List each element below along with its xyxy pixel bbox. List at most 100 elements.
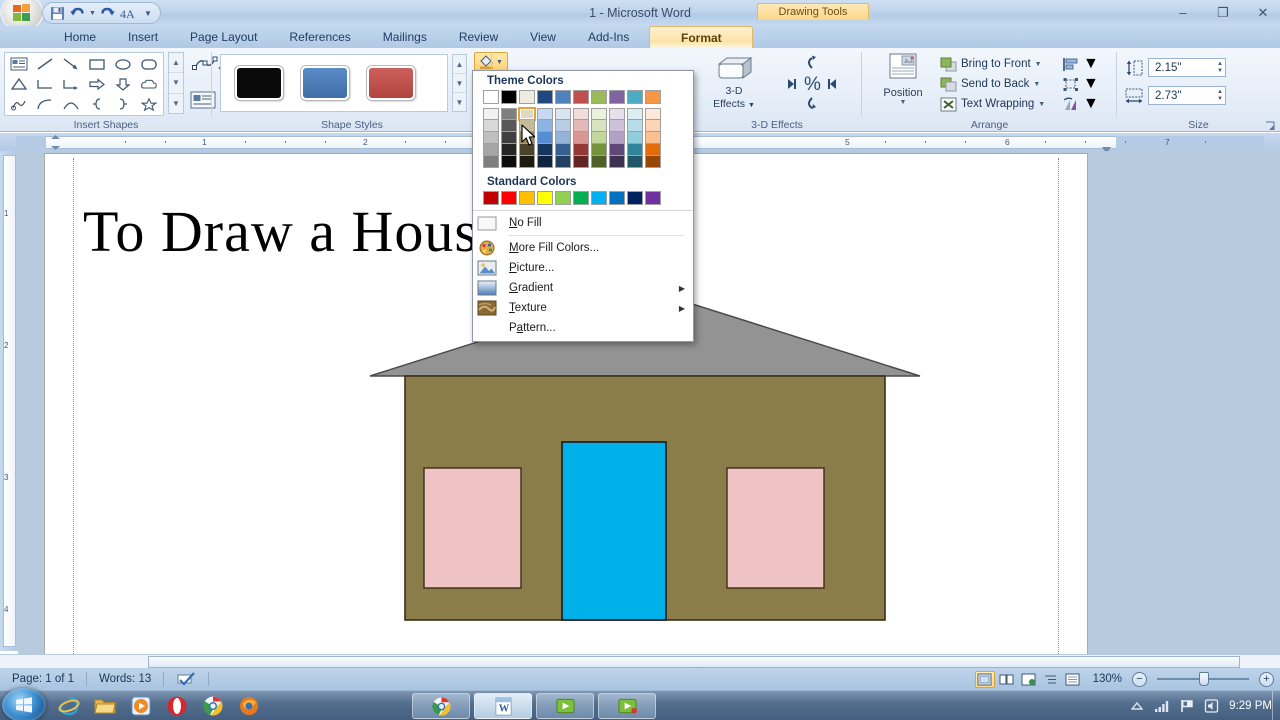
theme-variant-swatch-3-0[interactable]: [537, 108, 553, 120]
theme-variant-swatch-9-3[interactable]: [645, 144, 661, 156]
theme-variant-swatch-0-0[interactable]: [483, 108, 499, 120]
shape-elbow-arrow-icon[interactable]: [58, 74, 84, 94]
align-dropdown-icon[interactable]: ▼: [1083, 55, 1099, 73]
standard-color-swatch-3[interactable]: [537, 191, 553, 205]
shapes-gallery-more-icon[interactable]: ▼: [169, 94, 183, 113]
theme-color-swatch-2[interactable]: [519, 90, 535, 104]
theme-variant-swatch-5-4[interactable]: [573, 156, 589, 168]
shape-arrow-icon[interactable]: [58, 54, 84, 74]
menu-item-no-fill[interactable]: No Fill: [473, 213, 693, 233]
theme-variant-swatch-5-0[interactable]: [573, 108, 589, 120]
theme-color-swatch-0[interactable]: [483, 90, 499, 104]
group-dropdown-icon[interactable]: ▼: [1083, 75, 1099, 93]
theme-variant-swatch-3-2[interactable]: [537, 132, 553, 144]
action-center-flag-icon[interactable]: [1179, 698, 1195, 714]
status-word-count[interactable]: Words: 13: [87, 671, 163, 687]
shapes-scroll-up-icon[interactable]: ▲: [169, 53, 183, 74]
shape-rounded-rectangle-icon[interactable]: [136, 54, 162, 74]
proofing-errors-icon[interactable]: [164, 671, 208, 687]
standard-color-swatch-0[interactable]: [483, 191, 499, 205]
theme-variant-swatch-4-2[interactable]: [555, 132, 571, 144]
taskbar-window-chrome[interactable]: [412, 693, 470, 719]
theme-variant-swatch-1-4[interactable]: [501, 156, 517, 168]
standard-color-swatch-4[interactable]: [555, 191, 571, 205]
shape-height-stepper[interactable]: ▲ ▼: [1217, 61, 1223, 75]
theme-variant-swatch-0-2[interactable]: [483, 132, 499, 144]
standard-color-swatch-6[interactable]: [591, 191, 607, 205]
theme-variant-swatch-0-1[interactable]: [483, 120, 499, 132]
shapes-gallery-scroll[interactable]: ▲ ▼ ▼: [168, 52, 184, 114]
tab-page-layout[interactable]: Page Layout: [174, 26, 273, 48]
shape-style-red[interactable]: [367, 66, 415, 100]
theme-variant-swatch-8-4[interactable]: [627, 156, 643, 168]
theme-color-swatch-4[interactable]: [555, 90, 571, 104]
quick-access-toolbar[interactable]: ▼ 4A ▼: [42, 2, 161, 24]
windows-media-player-icon[interactable]: [130, 695, 152, 717]
styles-gallery-more-icon[interactable]: ▼: [453, 93, 466, 111]
theme-variant-swatch-8-3[interactable]: [627, 144, 643, 156]
shape-star-icon[interactable]: [136, 94, 162, 114]
shape-fill-dropdown-menu[interactable]: Theme Colors Standard Colors No Fill Mor…: [472, 70, 694, 342]
rotate-dropdown-icon[interactable]: ▼: [1083, 95, 1099, 113]
redo-icon[interactable]: [99, 5, 116, 22]
shape-width-field[interactable]: 2.73" ▲ ▼: [1148, 86, 1226, 105]
start-button[interactable]: [2, 688, 46, 720]
theme-variant-swatch-1-0[interactable]: [501, 108, 517, 120]
text-wrapping-dropdown-icon[interactable]: ▼: [1038, 101, 1045, 108]
theme-variant-swatch-hovered[interactable]: [518, 107, 536, 121]
save-icon[interactable]: [49, 5, 66, 22]
theme-variant-swatch-8-0[interactable]: [627, 108, 643, 120]
menu-item-pattern[interactable]: Pattern...: [473, 318, 693, 338]
qat-dropdown-icon[interactable]: ▼: [139, 9, 152, 18]
theme-variant-swatch-6-4[interactable]: [591, 156, 607, 168]
theme-color-swatch-8[interactable]: [627, 90, 643, 104]
tab-review[interactable]: Review: [443, 26, 514, 48]
theme-variant-swatch-1-3[interactable]: [501, 144, 517, 156]
theme-variant-swatch-4-1[interactable]: [555, 120, 571, 132]
position-dropdown-icon[interactable]: ▼: [872, 99, 934, 106]
theme-variant-swatch-7-1[interactable]: [609, 120, 625, 132]
show-desktop-button[interactable]: [1272, 691, 1280, 720]
view-print-layout-button[interactable]: [974, 670, 995, 688]
chrome-icon[interactable]: [202, 695, 224, 717]
theme-variant-swatch-8-1[interactable]: [627, 120, 643, 132]
theme-variant-swatch-6-2[interactable]: [591, 132, 607, 144]
theme-variant-swatch-2-2[interactable]: [519, 132, 535, 144]
theme-variant-swatch-6-1[interactable]: [591, 120, 607, 132]
horizontal-scroll-thumb[interactable]: [148, 656, 1240, 673]
theme-variant-swatch-9-4[interactable]: [645, 156, 661, 168]
document-heading[interactable]: To Draw a House: [83, 198, 505, 265]
internet-explorer-icon[interactable]: [58, 695, 80, 717]
tab-references[interactable]: References: [273, 26, 366, 48]
theme-color-swatch-6[interactable]: [591, 90, 607, 104]
shape-elbow-connector-icon[interactable]: [32, 74, 58, 94]
zoom-in-button[interactable]: +: [1259, 671, 1274, 687]
taskbar-window-media-1[interactable]: [536, 693, 594, 719]
zoom-slider[interactable]: [1153, 671, 1253, 687]
taskbar-window-word[interactable]: W: [474, 693, 532, 719]
three-d-effects-button[interactable]: 3-D Effects ▼: [706, 54, 762, 111]
shape-right-arrow-icon[interactable]: [84, 74, 110, 94]
theme-variant-swatch-4-4[interactable]: [555, 156, 571, 168]
theme-variant-swatch-6-3[interactable]: [591, 144, 607, 156]
theme-variant-swatch-4-3[interactable]: [555, 144, 571, 156]
taskbar-clock[interactable]: 9:29 PM: [1229, 700, 1272, 712]
theme-colors-swatches[interactable]: [473, 90, 693, 170]
bring-to-front-button[interactable]: Bring to Front ▼: [940, 54, 1045, 74]
theme-color-swatch-5[interactable]: [573, 90, 589, 104]
show-hidden-icons-icon[interactable]: [1129, 698, 1145, 714]
tab-insert[interactable]: Insert: [112, 26, 174, 48]
opera-icon[interactable]: [166, 695, 188, 717]
theme-variant-swatch-6-0[interactable]: [591, 108, 607, 120]
minimize-button[interactable]: –: [1170, 4, 1196, 22]
standard-color-swatch-9[interactable]: [645, 191, 661, 205]
tab-add-ins[interactable]: Add-Ins: [572, 26, 645, 48]
shape-textbox-icon[interactable]: [6, 54, 32, 74]
shape-line-icon[interactable]: [32, 54, 58, 74]
shape-fill-dropdown-icon[interactable]: ▼: [496, 59, 503, 66]
standard-colors-row[interactable]: [483, 191, 685, 205]
styles-scroll-up-icon[interactable]: ▲: [453, 55, 466, 74]
shape-left-brace-icon[interactable]: [84, 94, 110, 114]
restore-button[interactable]: ❐: [1210, 4, 1236, 22]
firefox-icon[interactable]: [238, 695, 260, 717]
